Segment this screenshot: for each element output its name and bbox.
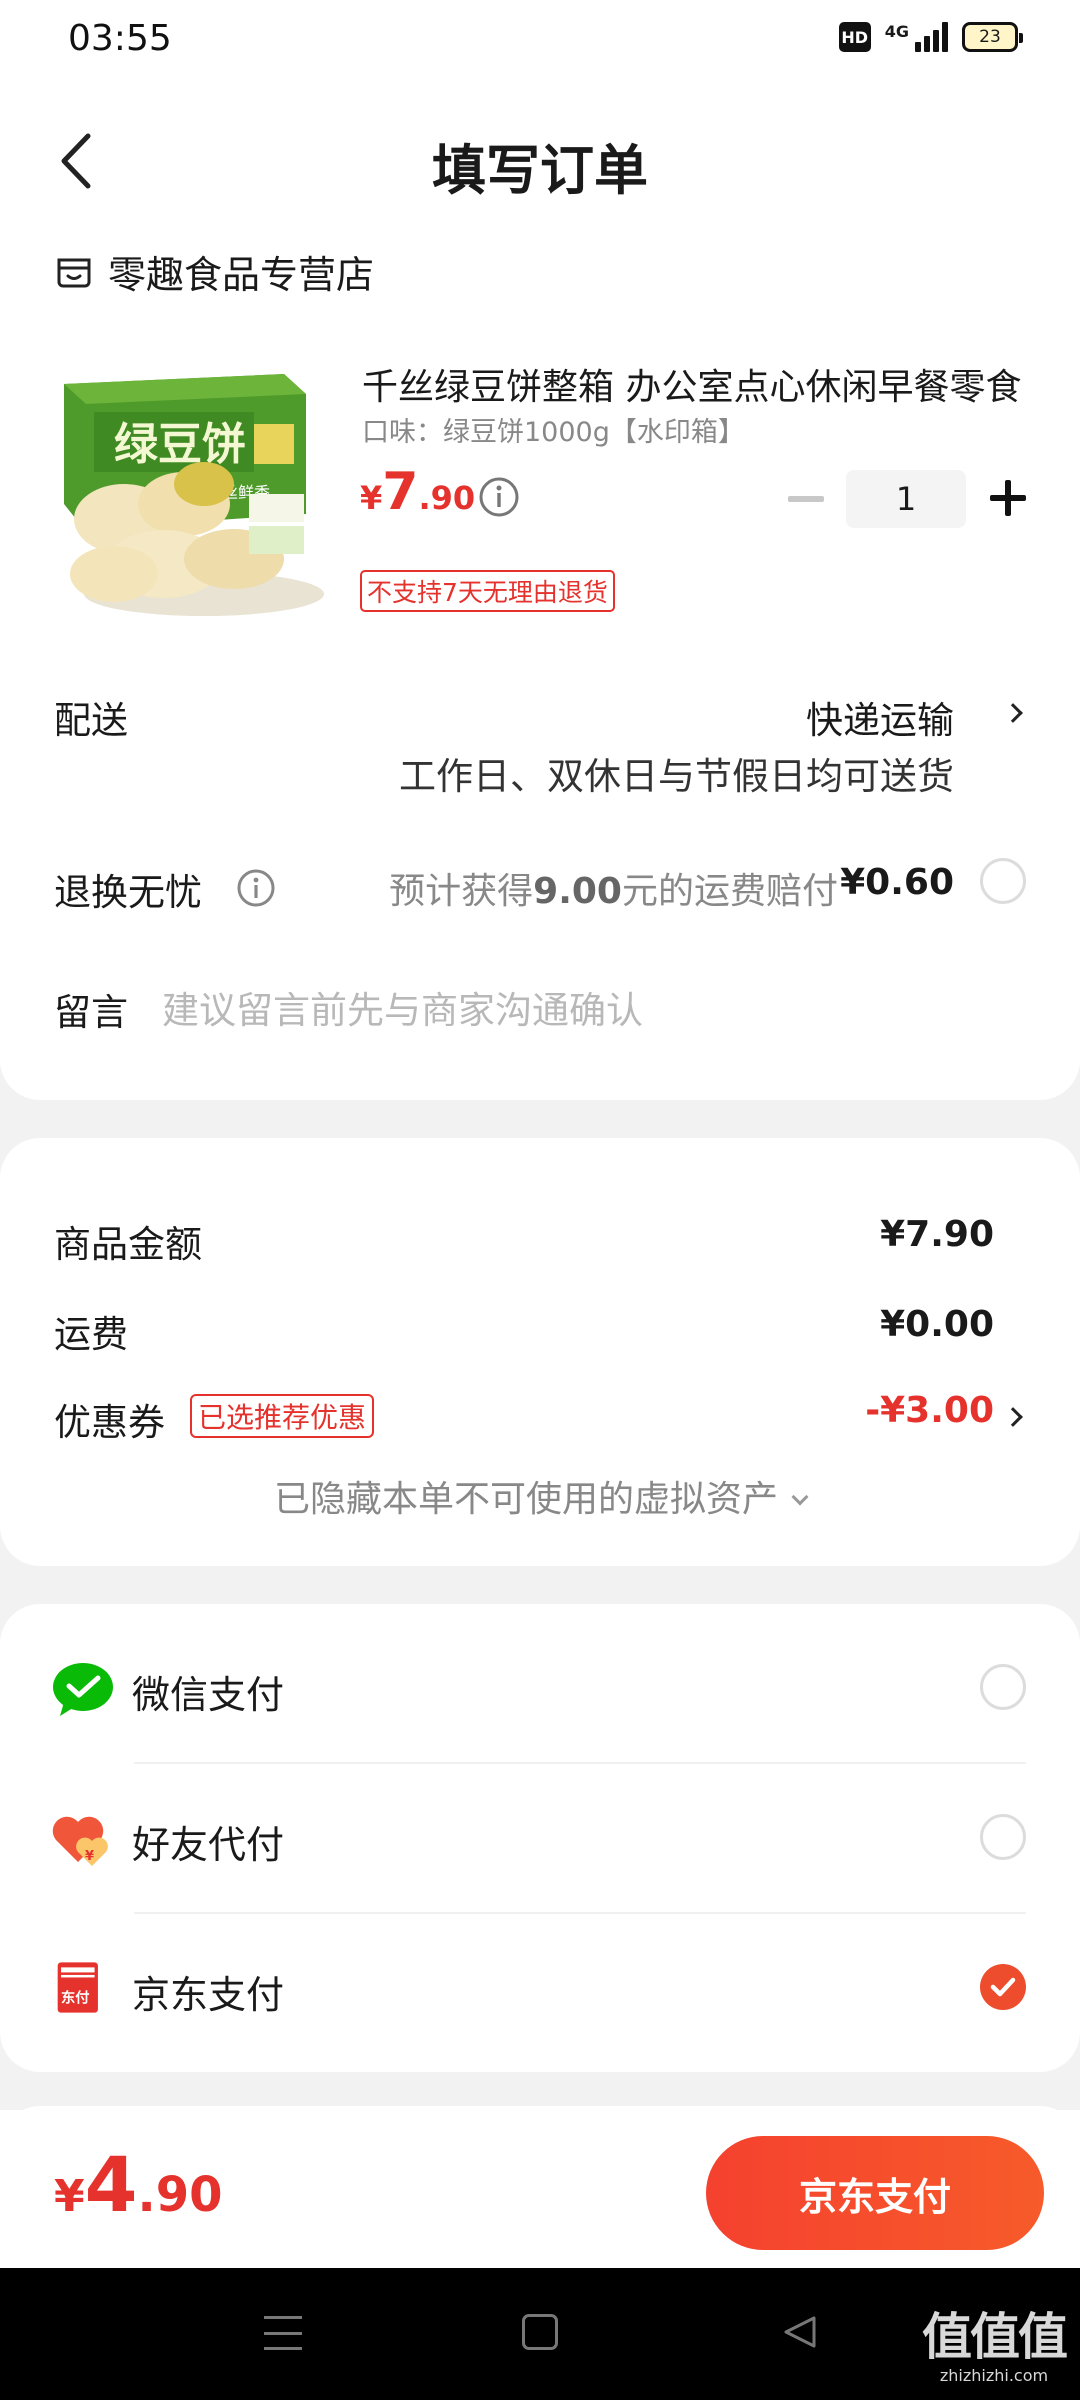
return-worry-free-radio[interactable] [980,858,1026,904]
coupon-label: 优惠券 [54,1401,165,1444]
quantity-decrease-button[interactable] [788,496,824,502]
quantity-value[interactable]: 1 [846,470,966,528]
return-worry-free-desc: 预计获得9.00元的运费赔付 [389,862,838,914]
price-currency: ¥ [360,479,383,517]
header: 填写订单 [0,84,1080,234]
goods-amount-label: 商品金额 [54,1223,202,1266]
delivery-method[interactable]: 快递运输 [806,690,954,744]
return-desc-prefix: 预计获得 [389,871,534,912]
delivery-note: 工作日、双休日与节假日均可送货 [399,755,954,798]
watermark-url: zhizhizhi.com [939,2366,1049,2385]
coupon-tag: 已选推荐优惠 [190,1394,375,1438]
hidden-assets-toggle[interactable]: 已隐藏本单不可使用的虚拟资产 [0,1470,1080,1522]
status-time: 03:55 [68,18,172,59]
product-price: ¥ 7 .90 [360,462,475,522]
price-info-icon[interactable] [478,476,520,518]
return-worry-free-label: 退换无忧 [54,871,202,914]
payment-option-label: 微信支付 [132,1673,285,1717]
order-summary-card: 商品金额 ¥7.90 运费 ¥0.00 优惠券 已选推荐优惠 -¥3.00 已隐… [0,1138,1080,1566]
coupon-value[interactable]: -¥3.00 [865,1390,994,1431]
return-desc-amount: 9.00 [533,871,622,912]
product-image-text: 绿豆饼 [114,419,246,470]
pay-button[interactable]: 京东支付 [706,2136,1044,2250]
delivery-label: 配送 [54,699,128,742]
check-icon [990,1977,1016,1997]
page-title: 填写订单 [432,139,648,202]
total-decimal: .90 [137,2167,223,2223]
payment-option-jd[interactable]: 东付 京东支付 [0,1912,1080,2062]
quantity-increase-button[interactable] [990,480,1026,516]
total-price: ¥ 4 .90 [54,2140,223,2229]
payment-option-label: 京东支付 [132,1973,285,2017]
product-image[interactable]: 绿豆饼 千丝鲜香 [54,354,324,624]
payment-methods-card: 微信支付 ¥ 好友代付 东付 京东支付 [0,1604,1080,2072]
price-integer: 7 [382,462,419,522]
order-item-card: 零趣食品专营店 绿豆饼 千丝鲜香 千丝绿豆饼整箱 办公室点心休闲早餐零食 口味：… [0,234,1080,1100]
return-info-icon[interactable] [236,868,276,908]
system-nav-bar: 值值值 zhizhizhi.com [0,2268,1080,2400]
friend-pay-icon: ¥ [52,1816,108,1866]
payment-option-wechat[interactable]: 微信支付 [0,1612,1080,1762]
wechat-pay-icon [53,1663,113,1716]
signal-icon [915,22,948,52]
battery-icon: 23 [962,22,1023,52]
total-currency: ¥ [54,2171,85,2222]
payment-radio-friend[interactable] [980,1814,1026,1860]
return-policy-badge: 不支持7天无理由退货 [360,570,615,612]
return-desc-suffix: 元的运费赔付 [621,871,838,912]
svg-text:¥: ¥ [85,1849,94,1864]
coupon-chevron-icon[interactable] [1003,1407,1023,1427]
network-type: 4G [884,22,909,41]
message-label: 留言 [54,991,128,1034]
payment-option-label: 好友代付 [132,1823,285,1867]
jd-pay-icon: 东付 [57,1962,98,2013]
jd-pay-icon-text: 东付 [61,1989,90,2007]
chevron-down-icon [791,1488,809,1506]
shipping-fee-label: 运费 [54,1313,128,1356]
watermark: 值值值 zhizhizhi.com [922,2308,1068,2385]
total-integer: 4 [84,2140,138,2229]
store-icon [57,258,91,287]
status-icons: HD 4G 23 [838,22,1023,52]
home-icon[interactable] [522,2314,558,2350]
hidden-assets-text: 已隐藏本单不可使用的虚拟资产 [273,1479,778,1520]
goods-amount-value: ¥7.90 [880,1214,994,1255]
back-triangle-icon[interactable] [780,2312,820,2352]
payment-option-friend[interactable]: ¥ 好友代付 [0,1762,1080,1912]
watermark-logo: 值值值 [922,2308,1068,2366]
menu-icon[interactable] [264,2316,302,2350]
status-bar: 03:55 HD 4G 23 [0,0,1080,84]
payment-radio-jd[interactable] [980,1964,1026,2010]
payment-radio-wechat[interactable] [980,1664,1026,1710]
product-spec: 口味：绿豆饼1000g【水印箱】 [362,417,745,448]
return-worry-free-price: ¥0.60 [840,862,954,903]
shipping-fee-value: ¥0.00 [880,1304,994,1345]
delivery-chevron-icon[interactable] [1003,703,1023,723]
store-name: 零趣食品专营店 [108,253,375,297]
store-row[interactable]: 零趣食品专营店 [54,244,374,299]
message-input[interactable] [162,982,1022,1038]
hd-icon: HD [838,22,871,52]
price-decimal: .90 [418,479,476,517]
product-title[interactable]: 千丝绿豆饼整箱 办公室点心休闲早餐零食 [362,358,1022,410]
checkout-bar: ¥ 4 .90 京东支付 [0,2110,1080,2268]
